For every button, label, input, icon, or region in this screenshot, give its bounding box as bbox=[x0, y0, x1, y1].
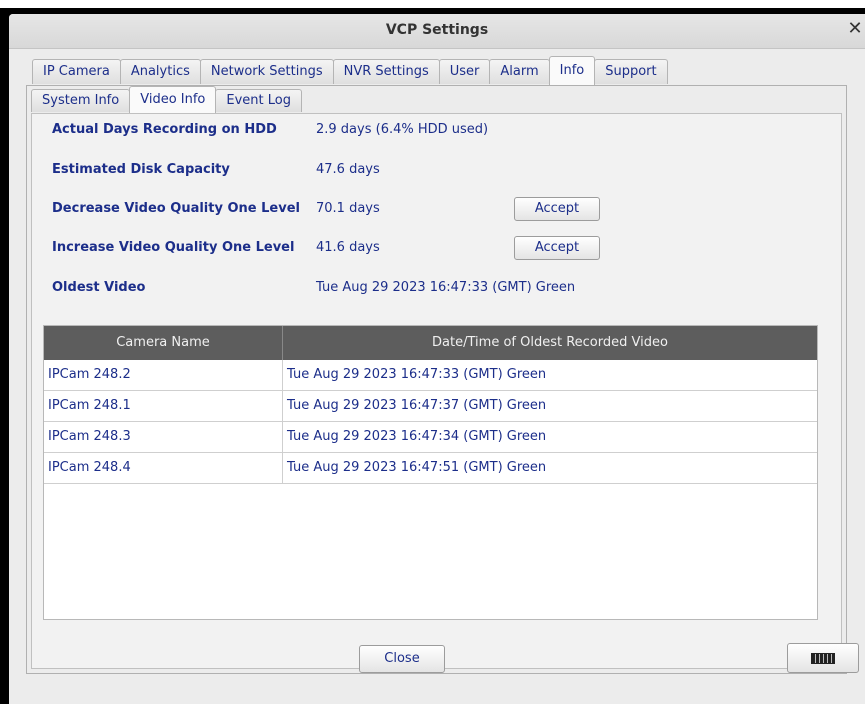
main-tabs: IP Camera Analytics Network Settings NVR… bbox=[32, 56, 668, 85]
info-panel: System Info Video Info Event Log Actual … bbox=[26, 85, 847, 674]
tab-alarm[interactable]: Alarm bbox=[489, 59, 550, 84]
window-title: VCP Settings bbox=[385, 22, 489, 38]
estimated-capacity-value: 47.6 days bbox=[316, 162, 380, 177]
oldest-video-cell: Tue Aug 29 2023 16:47:37 (GMT) Green bbox=[287, 398, 547, 413]
tab-user[interactable]: User bbox=[438, 59, 491, 84]
actual-days-value: 2.9 days (6.4% HDD used) bbox=[316, 122, 489, 137]
close-button[interactable]: Close bbox=[359, 645, 445, 673]
oldest-video-label: Oldest Video bbox=[52, 280, 146, 295]
increase-quality-value: 41.6 days bbox=[316, 240, 380, 255]
settings-window: VCP Settings ✕ IP Camera Analytics Netwo… bbox=[9, 14, 865, 704]
close-icon[interactable]: ✕ bbox=[847, 19, 863, 39]
camera-name-cell: IPCam 248.3 bbox=[44, 422, 283, 452]
decrease-quality-value: 70.1 days bbox=[316, 201, 380, 216]
oldest-video-cell: Tue Aug 29 2023 16:47:51 (GMT) Green bbox=[287, 460, 547, 475]
oldest-video-value: Tue Aug 29 2023 16:47:33 (GMT) Green bbox=[316, 280, 576, 295]
oldest-video-cell: Tue Aug 29 2023 16:47:34 (GMT) Green bbox=[287, 429, 547, 444]
table-row[interactable]: IPCam 248.4 Tue Aug 29 2023 16:47:51 (GM… bbox=[44, 453, 817, 484]
tab-network-settings[interactable]: Network Settings bbox=[199, 59, 334, 84]
oldest-video-table: Camera Name Date/Time of Oldest Recorded… bbox=[43, 325, 818, 620]
sub-tabs: System Info Video Info Event Log bbox=[31, 86, 302, 113]
camera-name-cell: IPCam 248.2 bbox=[44, 360, 283, 390]
keyboard-button[interactable] bbox=[787, 643, 859, 673]
table-header: Camera Name Date/Time of Oldest Recorded… bbox=[44, 326, 817, 360]
tab-nvr-settings[interactable]: NVR Settings bbox=[332, 59, 440, 84]
increase-quality-label: Increase Video Quality One Level bbox=[52, 240, 295, 255]
subtab-video-info[interactable]: Video Info bbox=[129, 86, 217, 113]
camera-name-cell: IPCam 248.4 bbox=[44, 453, 283, 483]
table-row[interactable]: IPCam 248.2 Tue Aug 29 2023 16:47:33 (GM… bbox=[44, 360, 817, 391]
actual-days-label: Actual Days Recording on HDD bbox=[52, 122, 277, 137]
oldest-video-cell: Tue Aug 29 2023 16:47:33 (GMT) Green bbox=[287, 367, 547, 382]
column-header-oldest-video[interactable]: Date/Time of Oldest Recorded Video bbox=[283, 326, 817, 360]
video-info-content: Actual Days Recording on HDD 2.9 days (6… bbox=[31, 113, 842, 669]
tab-ip-camera[interactable]: IP Camera bbox=[32, 59, 121, 84]
decrease-quality-row: Decrease Video Quality One Level 70.1 da… bbox=[52, 197, 612, 221]
subtab-event-log[interactable]: Event Log bbox=[215, 89, 302, 112]
subtab-system-info[interactable]: System Info bbox=[31, 89, 131, 112]
increase-quality-accept-button[interactable]: Accept bbox=[514, 236, 600, 260]
table-row[interactable]: IPCam 248.1 Tue Aug 29 2023 16:47:37 (GM… bbox=[44, 391, 817, 422]
estimated-capacity-label: Estimated Disk Capacity bbox=[52, 162, 230, 177]
column-header-camera-name[interactable]: Camera Name bbox=[44, 326, 283, 360]
decrease-quality-accept-button[interactable]: Accept bbox=[514, 197, 600, 221]
camera-name-cell: IPCam 248.1 bbox=[44, 391, 283, 421]
tab-support[interactable]: Support bbox=[594, 59, 668, 84]
keyboard-icon bbox=[811, 653, 835, 664]
increase-quality-row: Increase Video Quality One Level 41.6 da… bbox=[52, 236, 612, 260]
tab-analytics[interactable]: Analytics bbox=[119, 59, 201, 84]
decrease-quality-label: Decrease Video Quality One Level bbox=[52, 201, 300, 216]
title-bar: VCP Settings ✕ bbox=[9, 14, 865, 49]
tab-info[interactable]: Info bbox=[548, 56, 596, 85]
table-row[interactable]: IPCam 248.3 Tue Aug 29 2023 16:47:34 (GM… bbox=[44, 422, 817, 453]
